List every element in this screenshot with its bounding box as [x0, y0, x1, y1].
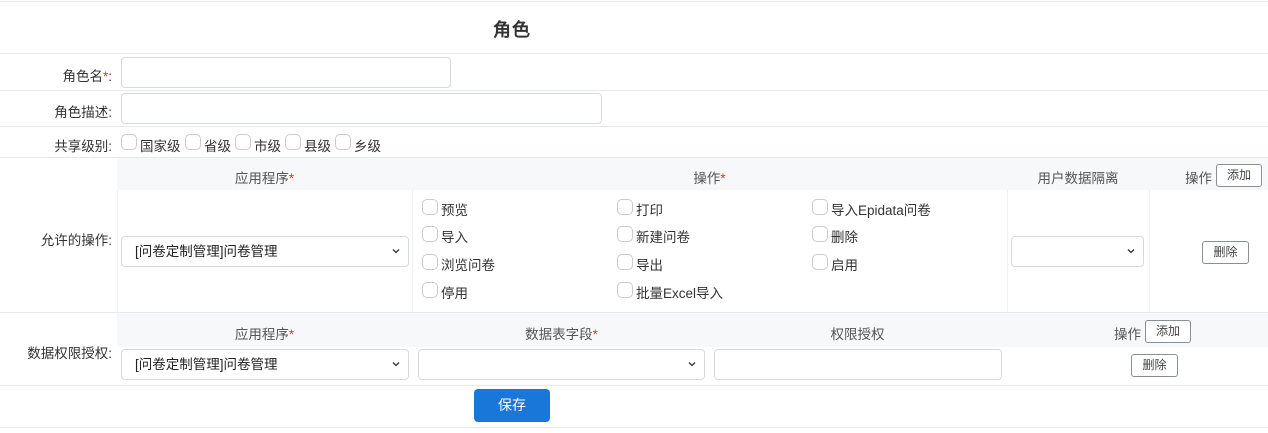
divider	[0, 126, 1268, 127]
chevron-down-icon	[392, 249, 400, 254]
op-label: 启用	[831, 258, 858, 273]
bottom-border	[0, 427, 1268, 428]
op-label: 删除	[831, 230, 858, 245]
delete-perm-button[interactable]: 删除	[1131, 354, 1178, 377]
cell-border	[412, 190, 413, 312]
add-op-button[interactable]: 添加	[1216, 164, 1262, 187]
op-checkbox[interactable]	[617, 226, 633, 242]
field-select[interactable]	[418, 349, 705, 380]
cell-border	[1007, 190, 1008, 312]
op-label: 新建问卷	[636, 230, 690, 245]
op-label: 打印	[636, 203, 663, 218]
op-label: 导入Epidata问卷	[831, 203, 931, 218]
op-checkbox[interactable]	[422, 199, 438, 215]
share-level-option-label: 省级	[204, 139, 231, 154]
chevron-down-icon	[688, 362, 696, 367]
op-label: 导出	[636, 258, 663, 273]
share-level-label: 共享级别:	[54, 139, 112, 154]
share-level-checkbox[interactable]	[121, 134, 137, 150]
divider	[0, 90, 1268, 91]
op-label: 导入	[441, 230, 468, 245]
delete-op-button[interactable]: 删除	[1202, 241, 1249, 264]
add-perm-button[interactable]: 添加	[1145, 320, 1191, 343]
col-header-app: 应用程序*	[234, 171, 295, 186]
col-header-action: 操作	[1185, 171, 1212, 186]
col-header-grant: 权限授权	[830, 327, 885, 342]
op-checkbox[interactable]	[812, 254, 828, 270]
share-level-checkbox[interactable]	[335, 134, 351, 150]
isolation-select[interactable]	[1011, 236, 1144, 267]
share-level-option-label: 市级	[254, 139, 281, 154]
cell-border	[117, 190, 118, 312]
role-desc-input[interactable]	[121, 93, 602, 124]
role-desc-label: 角色描述:	[54, 105, 112, 120]
chevron-down-icon	[1127, 249, 1135, 254]
op-label: 停用	[441, 286, 468, 301]
col-header-ops: 操作*	[693, 171, 726, 186]
op-checkbox[interactable]	[812, 199, 828, 215]
top-border	[0, 1, 1268, 2]
grant-input[interactable]	[714, 349, 1002, 380]
divider	[0, 385, 1268, 386]
data-perm-label: 数据权限授权:	[27, 346, 112, 361]
op-checkbox[interactable]	[812, 226, 828, 242]
share-level-checkbox[interactable]	[185, 134, 201, 150]
cell-border	[1149, 190, 1150, 312]
op-checkbox[interactable]	[617, 199, 633, 215]
share-level-option-label: 乡级	[354, 139, 381, 154]
page-title: 角色	[493, 20, 531, 40]
role-name-input[interactable]	[121, 57, 451, 88]
role-name-label: 角色名*:	[62, 69, 112, 84]
col-header-field: 数据表字段*	[525, 327, 598, 342]
col-header-app: 应用程序*	[234, 327, 295, 342]
app-select[interactable]: [问卷定制管理]问卷管理	[121, 236, 409, 267]
share-level-option-label: 国家级	[140, 139, 181, 154]
col-header-action: 操作	[1114, 327, 1141, 342]
divider	[0, 53, 1268, 54]
allowed-ops-label: 允许的操作:	[40, 233, 112, 248]
col-header-isolation: 用户数据隔离	[1037, 171, 1119, 186]
op-label: 浏览问卷	[441, 258, 495, 273]
perm-app-select[interactable]: [问卷定制管理]问卷管理	[121, 349, 409, 380]
op-checkbox[interactable]	[617, 282, 633, 298]
op-checkbox[interactable]	[422, 282, 438, 298]
op-label: 批量Excel导入	[636, 286, 724, 301]
op-checkbox[interactable]	[422, 254, 438, 270]
share-level-option-label: 县级	[304, 139, 331, 154]
share-level-checkbox[interactable]	[285, 134, 301, 150]
share-level-checkbox[interactable]	[235, 134, 251, 150]
op-checkbox[interactable]	[617, 254, 633, 270]
op-checkbox[interactable]	[422, 226, 438, 242]
save-button[interactable]: 保存	[474, 389, 550, 422]
op-label: 预览	[441, 203, 468, 218]
chevron-down-icon	[392, 362, 400, 367]
